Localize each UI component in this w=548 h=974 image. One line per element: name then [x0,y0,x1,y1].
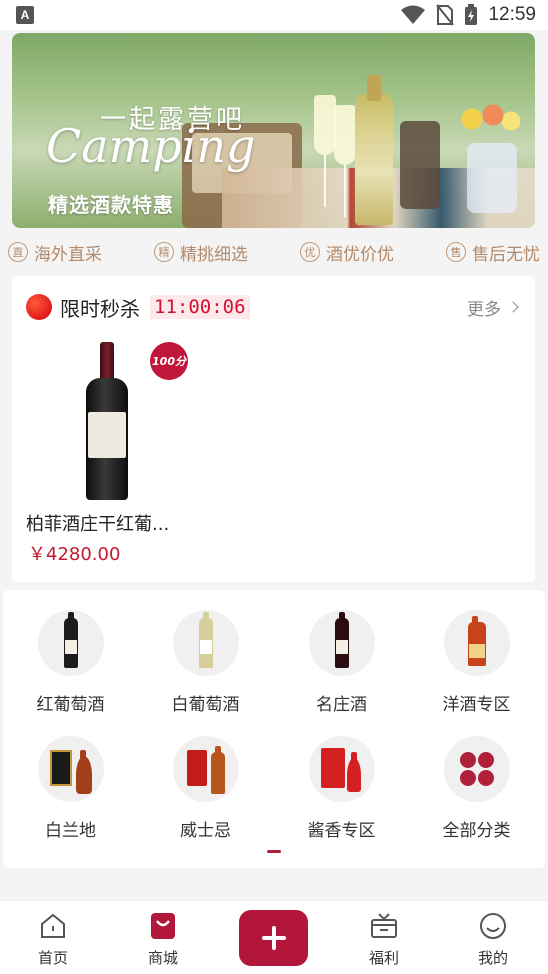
score-badge: 100分 [150,342,188,380]
category-label: 全部分类 [442,821,511,841]
feature-label: 精挑细选 [180,244,248,265]
wifi-icon [401,5,426,24]
feature-label: 海外直采 [34,244,102,265]
tab-label: 首页 [37,949,68,967]
no-sim-icon [436,4,455,26]
champagne-glass-image [334,105,356,225]
category-whisky[interactable]: 威士忌 [138,736,273,841]
page-indicator [267,850,281,853]
tab-profile[interactable]: 我的 [453,911,533,968]
service-features: 直 海外直采 精 精挑细选 优 酒优价优 售 售后无忧 [0,236,548,268]
category-baijiu[interactable]: 酱香专区 [274,736,409,841]
shopping-bag-icon [148,911,178,941]
category-imported-spirits[interactable]: 洋酒专区 [409,610,544,715]
fine-wine-bottle-icon [308,610,375,676]
feature-direct-purchase: 直 海外直采 [8,240,102,265]
product-image[interactable] [82,342,132,502]
white-wine-bottle-icon [172,610,239,676]
brandy-box-icon [37,736,104,802]
category-label: 红葡萄酒 [36,695,105,715]
tab-home[interactable]: 首页 [13,911,93,968]
champagne-glass-image [314,95,336,215]
category-red-wine[interactable]: 红葡萄酒 [3,610,138,715]
battery-charging-icon [465,4,478,25]
flash-sale-header: 限时秒杀 11:00:06 更多 [26,292,519,322]
flash-sale-title: 限时秒杀 [60,296,140,321]
feature-label: 酒优价优 [326,244,394,265]
whisky-box-icon [172,736,239,802]
feature-best-price: 优 酒优价优 [300,240,394,265]
best-price-icon: 优 [300,242,320,262]
tab-benefits[interactable]: 福利 [344,911,424,968]
category-fine-wine[interactable]: 名庄酒 [274,610,409,715]
status-bar: A 12:59 [0,0,548,30]
direct-purchase-icon: 直 [8,242,28,262]
gift-box-icon [369,911,399,941]
flash-sale-icon [26,294,52,320]
flash-sale-card: 限时秒杀 11:00:06 更多 100分 柏菲酒庄干红葡... ￥4280.0… [12,276,535,582]
vase-image [467,143,517,213]
selected-icon: 精 [154,242,174,262]
feature-selected: 精 精挑细选 [154,240,248,265]
tab-label: 商城 [147,949,178,967]
tab-mall[interactable]: 商城 [123,911,203,968]
category-label: 白葡萄酒 [171,695,240,715]
category-grid: 红葡萄酒 白葡萄酒 名庄酒 洋酒专区 白兰地 威士忌 酱香专区 全部分类 [3,590,545,868]
white-wine-bottle-image [355,75,393,225]
category-white-wine[interactable]: 白葡萄酒 [138,610,273,715]
banner-title-english: Camping [46,119,256,173]
category-label: 洋酒专区 [442,695,511,715]
add-button[interactable] [239,910,308,966]
home-icon [38,911,68,941]
cognac-bottle-icon [443,610,510,676]
category-label: 白兰地 [45,821,96,841]
more-label: 更多 [467,299,501,320]
countdown-timer: 11:00:06 [150,295,250,319]
feature-after-sales: 售 售后无忧 [446,240,540,265]
lantern-image [400,121,440,209]
smiley-face-icon [478,911,508,941]
plus-icon [261,926,286,950]
clover-icon [443,736,510,802]
feature-label: 售后无忧 [472,244,540,265]
flowers-image [460,99,520,139]
category-all[interactable]: 全部分类 [409,736,544,841]
category-label: 名庄酒 [316,695,367,715]
category-label: 威士忌 [180,821,231,841]
red-wine-bottle-icon [37,610,104,676]
category-label: 酱香专区 [307,821,376,841]
banner-subtitle: 精选酒款特惠 [48,193,174,217]
promo-banner[interactable]: 一起露营吧 Camping 精选酒款特惠 [12,33,535,228]
app-notification-icon: A [16,6,34,24]
category-brandy[interactable]: 白兰地 [3,736,138,841]
tab-label: 我的 [477,949,508,967]
tab-label: 福利 [368,949,399,967]
more-link[interactable]: 更多 [467,295,519,320]
product-name[interactable]: 柏菲酒庄干红葡... [26,510,169,536]
baijiu-box-icon [308,736,375,802]
clock: 12:59 [488,4,536,25]
product-price: ￥4280.00 [28,544,121,565]
chevron-right-icon [507,301,519,313]
after-sales-icon: 售 [446,242,466,262]
